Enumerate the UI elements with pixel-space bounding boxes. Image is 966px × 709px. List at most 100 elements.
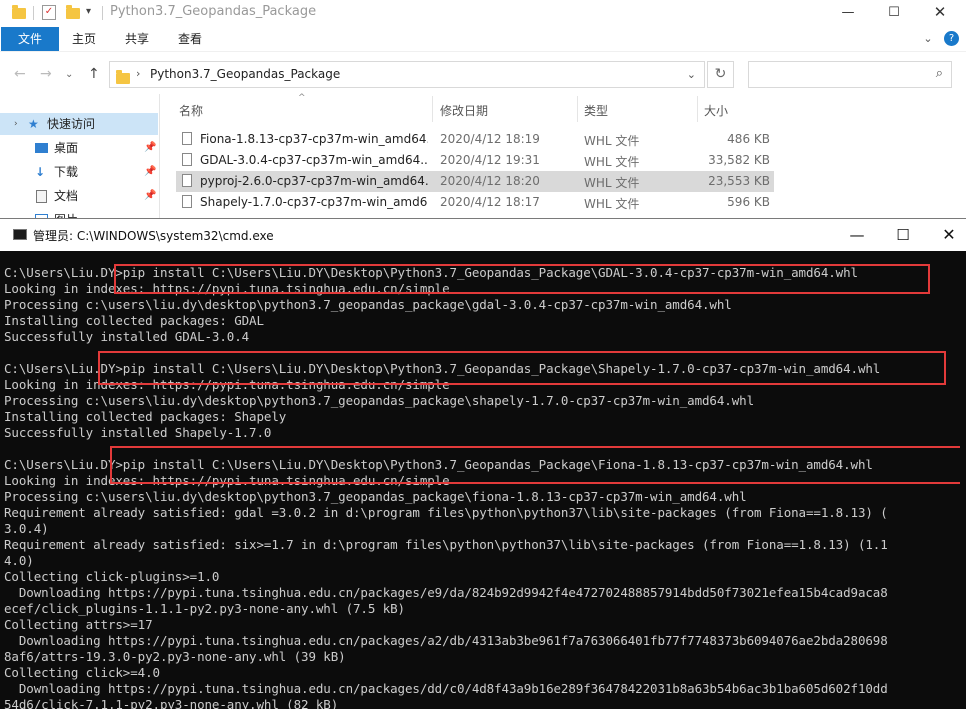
highlight-box-gdal [114, 264, 930, 294]
file-size: 486 KB [727, 132, 770, 146]
whl-file-icon [182, 195, 192, 208]
pin-icon[interactable]: 📌 [144, 137, 156, 159]
tab-home[interactable]: 主页 [62, 27, 106, 51]
console-line: Requirement already satisfied: gdal =3.0… [4, 505, 888, 520]
address-path: Python3.7_Geopandas_Package [150, 67, 341, 81]
tab-view[interactable]: 查看 [168, 27, 212, 51]
help-icon[interactable]: ? [944, 31, 959, 46]
close-icon[interactable]: ✕ [926, 219, 966, 251]
folder-icon [12, 4, 28, 20]
file-name: pyproj-2.6.0-cp37-cp37m-win_amd64... [200, 174, 428, 188]
download-arrow-icon: ↓ [35, 165, 46, 179]
cmd-window: 管理员: C:\WINDOWS\system32\cmd.exe — ☐ ✕ C… [0, 218, 966, 709]
expand-chevron-icon[interactable]: › [14, 113, 18, 135]
pin-icon[interactable]: 📌 [144, 161, 156, 183]
console-line: Installing collected packages: Shapely [4, 409, 287, 424]
console-line: Successfully installed GDAL-3.0.4 [4, 329, 250, 344]
console-line: Processing c:\users\liu.dy\desktop\pytho… [4, 393, 754, 408]
maximize-icon[interactable]: ☐ [880, 219, 926, 251]
console-line: 3.0.4) [4, 521, 49, 536]
properties-check-icon[interactable]: ✓ [42, 5, 56, 20]
file-row-selected[interactable]: pyproj-2.6.0-cp37-cp37m-win_amd64... 202… [176, 171, 774, 192]
column-name[interactable]: 名称 [179, 102, 203, 119]
highlight-box-fiona [110, 446, 966, 484]
file-type: WHL 文件 [584, 197, 640, 211]
nav-quick-access[interactable]: › ★ 快速访问 [0, 113, 158, 135]
new-folder-icon[interactable] [66, 4, 82, 20]
file-date: 2020/4/12 18:17 [440, 195, 540, 209]
file-size: 596 KB [727, 195, 770, 209]
console-output[interactable]: C:\Users\Liu.DY>pip install C:\Users\Liu… [4, 265, 962, 709]
back-arrow-icon[interactable]: ← [14, 66, 26, 82]
window-title: Python3.7_Geopandas_Package [110, 4, 317, 19]
console-line: Requirement already satisfied: six>=1.7 … [4, 537, 888, 552]
console-line: Downloading https://pypi.tuna.tsinghua.e… [4, 681, 888, 696]
nav-quick-access-label: 快速访问 [47, 117, 96, 131]
column-date-modified[interactable]: 修改日期 [440, 102, 488, 119]
nav-item-documents[interactable]: 文档 📌 [0, 185, 158, 207]
nav-item-label: 下载 [54, 165, 79, 179]
console-scrollbar[interactable] [960, 265, 966, 709]
file-row[interactable]: Shapely-1.7.0-cp37-cp37m-win_amd6... 202… [176, 192, 774, 213]
file-type: WHL 文件 [584, 176, 640, 190]
console-line: Collecting attrs>=17 [4, 617, 153, 632]
file-date: 2020/4/12 18:19 [440, 132, 540, 146]
address-row: ← → ⌄ ↑ › Python3.7_Geopandas_Package ⌄ … [0, 58, 966, 90]
close-icon[interactable]: ✕ [917, 0, 963, 25]
file-type: WHL 文件 [584, 134, 640, 148]
whl-file-icon [182, 174, 192, 187]
console-line: Collecting click-plugins>=1.0 [4, 569, 220, 584]
tab-share[interactable]: 共享 [115, 27, 159, 51]
file-size: 33,582 KB [708, 153, 770, 167]
document-icon [36, 190, 47, 203]
file-name: Shapely-1.7.0-cp37-cp37m-win_amd6... [200, 195, 428, 209]
nav-item-desktop[interactable]: 桌面 📌 [0, 137, 158, 159]
nav-item-downloads[interactable]: ↓ 下载 📌 [0, 161, 158, 183]
console-line: Downloading https://pypi.tuna.tsinghua.e… [4, 633, 888, 648]
refresh-icon[interactable]: ↻ [707, 61, 734, 88]
up-arrow-icon[interactable]: ↑ [88, 66, 100, 82]
console-line: 4.0) [4, 553, 34, 568]
explorer-title-bar: ✓ ▾ Python3.7_Geopandas_Package — ☐ ✕ [0, 0, 966, 25]
console-line: Collecting click>=4.0 [4, 665, 160, 680]
minimize-icon[interactable]: — [825, 0, 871, 25]
console-line: 54d6/click-7.1.1-py2.py3-none-any.whl (8… [4, 697, 339, 709]
cmd-icon [13, 229, 27, 240]
column-size[interactable]: 大小 [704, 102, 728, 119]
file-type: WHL 文件 [584, 155, 640, 169]
ribbon-tabs: 文件 主页 共享 查看 ⌄ ? [0, 27, 966, 52]
column-type[interactable]: 类型 [584, 102, 608, 119]
file-date: 2020/4/12 18:20 [440, 174, 540, 188]
file-name: Fiona-1.8.13-cp37-cp37m-win_amd64... [200, 132, 428, 146]
nav-item-label: 文档 [54, 189, 79, 203]
desktop-icon [35, 143, 48, 153]
sort-arrow-icon: ^ [298, 93, 306, 103]
file-explorer-window: ✓ ▾ Python3.7_Geopandas_Package — ☐ ✕ 文件… [0, 0, 966, 240]
forward-arrow-icon[interactable]: → [40, 66, 52, 82]
console-line: Processing c:\users\liu.dy\desktop\pytho… [4, 297, 732, 312]
console-line: Installing collected packages: GDAL [4, 313, 264, 328]
cmd-title-bar: 管理员: C:\WINDOWS\system32\cmd.exe — ☐ ✕ [0, 219, 966, 251]
search-input[interactable]: ⌕ [748, 61, 952, 88]
folder-icon [116, 69, 130, 88]
console-line: ecef/click_plugins-1.1.1-py2.py3-none-an… [4, 601, 405, 616]
expand-ribbon-icon[interactable]: ⌄ [918, 27, 938, 51]
file-row[interactable]: GDAL-3.0.4-cp37-cp37m-win_amd64.... 2020… [176, 150, 774, 171]
customize-toolbar-icon[interactable]: ▾ [86, 6, 102, 22]
recent-locations-icon[interactable]: ⌄ [65, 69, 73, 80]
breadcrumb-chevron-icon[interactable]: › [136, 67, 140, 80]
file-date: 2020/4/12 19:31 [440, 153, 540, 167]
maximize-icon[interactable]: ☐ [871, 0, 917, 25]
console-line: 8af6/attrs-19.3.0-py2.py3-none-any.whl (… [4, 649, 346, 664]
pin-icon[interactable]: 📌 [144, 185, 156, 207]
address-bar[interactable]: › Python3.7_Geopandas_Package ⌄ [109, 61, 705, 88]
tab-file[interactable]: 文件 [1, 27, 59, 51]
minimize-icon[interactable]: — [834, 219, 880, 251]
console-line: Successfully installed Shapely-1.7.0 [4, 425, 272, 440]
file-row[interactable]: Fiona-1.8.13-cp37-cp37m-win_amd64... 202… [176, 129, 774, 150]
whl-file-icon [182, 132, 192, 145]
address-dropdown-icon[interactable]: ⌄ [687, 68, 696, 81]
nav-item-label: 桌面 [54, 141, 79, 155]
whl-file-icon [182, 153, 192, 166]
cmd-window-title: 管理员: C:\WINDOWS\system32\cmd.exe [33, 229, 274, 243]
